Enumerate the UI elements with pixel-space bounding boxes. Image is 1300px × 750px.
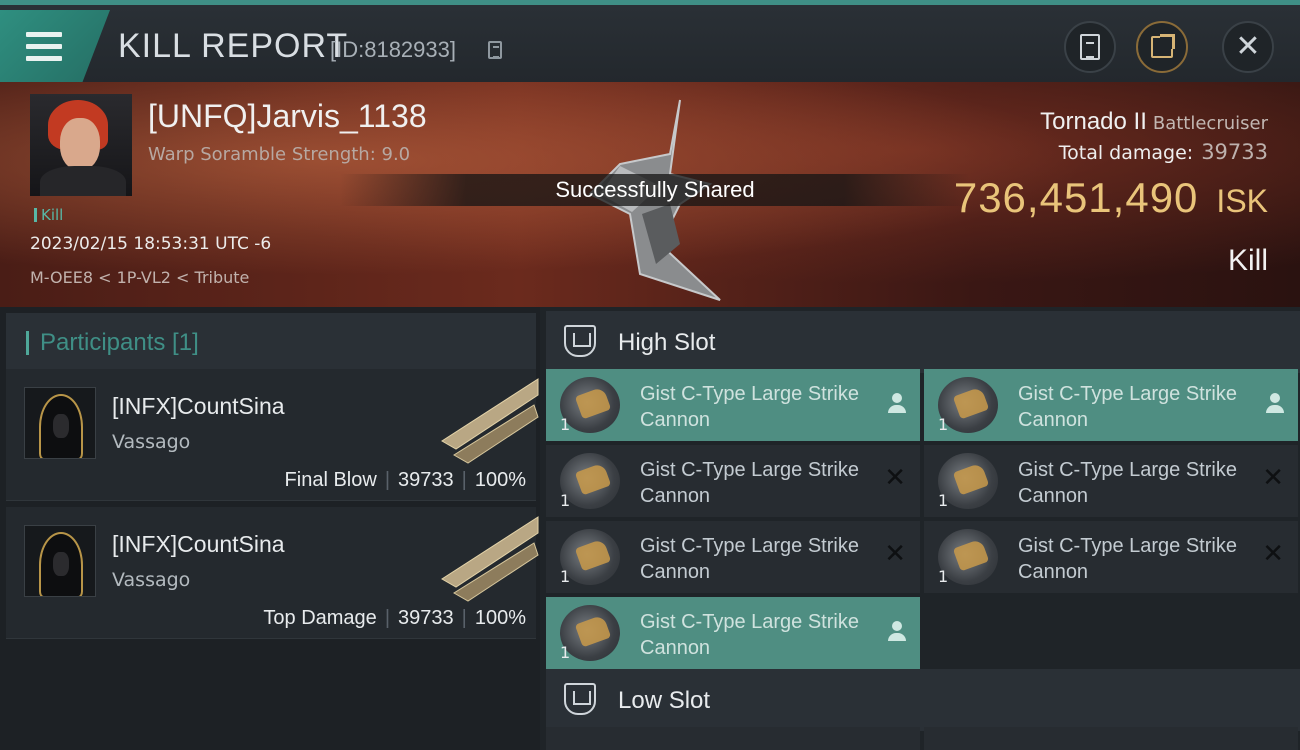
copy-icon[interactable] bbox=[488, 41, 502, 59]
high-slot-header: High Slot bbox=[546, 311, 1300, 373]
person-icon bbox=[888, 393, 906, 413]
x-icon: ✕ bbox=[1262, 463, 1284, 493]
kill-timestamp: 2023/02/15 18:53:31 UTC -6 bbox=[30, 234, 272, 254]
total-damage-label: Total damage: bbox=[1058, 142, 1194, 164]
kill-result: Kill bbox=[1227, 244, 1268, 277]
participants-header: Participants [1] bbox=[6, 313, 536, 371]
ship-name: Tornado II bbox=[1040, 108, 1147, 135]
module-name: Gist C-Type Large Strike Cannon bbox=[1018, 535, 1237, 583]
person-icon bbox=[1266, 393, 1284, 413]
module-quantity: 1 bbox=[560, 643, 571, 662]
module-quantity: 1 bbox=[938, 491, 949, 510]
participant-damage: 39733 bbox=[398, 607, 454, 629]
low-slot-header: Low Slot bbox=[546, 669, 1300, 731]
victim-name[interactable]: [UNFQ]Jarvis_1138 bbox=[148, 98, 427, 135]
participant-stats: Final Blow | 39733 | 100% bbox=[284, 469, 526, 491]
high-slot-icon bbox=[564, 325, 596, 357]
module-quantity: 1 bbox=[560, 567, 571, 586]
participant-row[interactable]: [INFX]CountSina Vassago Top Damage | 39733… bbox=[6, 507, 539, 639]
menu-button[interactable] bbox=[0, 10, 110, 82]
module-item[interactable]: 1 Gist C-Type Large Strike Cannon ✕ bbox=[546, 445, 920, 517]
participant-name[interactable]: [INFX]CountSina bbox=[112, 393, 285, 420]
module-item[interactable]: 1 Gist C-Type Large Strike Cannon ✕ bbox=[546, 521, 920, 593]
module-name: Gist C-Type Large Strike Cannon bbox=[1018, 383, 1237, 431]
participant-ship-image[interactable] bbox=[434, 375, 540, 467]
isk-currency: ISK bbox=[1216, 183, 1268, 219]
module-item[interactable]: 1 Gist C-Type Large Strike Cannon bbox=[546, 369, 920, 441]
low-slot-title: Low Slot bbox=[618, 687, 711, 714]
participants-title: Participants [1] bbox=[40, 329, 199, 356]
high-slot-title: High Slot bbox=[618, 329, 716, 356]
module-name: Gist C-Type Large Strike Cannon bbox=[640, 611, 859, 659]
participant-percent: 100% bbox=[474, 469, 526, 491]
participant-role: Final Blow bbox=[284, 469, 377, 491]
module-item[interactable] bbox=[924, 727, 1298, 750]
victim-ship-name[interactable]: Tornado II Battlecruiser bbox=[1040, 108, 1268, 136]
report-id: [ID:8182933] bbox=[330, 37, 456, 62]
module-quantity: 1 bbox=[938, 567, 949, 586]
module-name: Gist C-Type Large Strike Cannon bbox=[640, 535, 859, 583]
shared-toast: Successfully Shared bbox=[340, 174, 970, 206]
x-icon: ✕ bbox=[884, 539, 906, 569]
participant-percent: 100% bbox=[474, 607, 526, 629]
x-icon: ✕ bbox=[884, 463, 906, 493]
close-icon: ✕ bbox=[1235, 29, 1261, 64]
share-button[interactable] bbox=[1136, 21, 1188, 73]
victim-subtitle: Warp Soramble Strength: 9.0 bbox=[148, 144, 411, 165]
participants-panel: Participants [1] [INFX]CountSina Vassago… bbox=[0, 307, 540, 750]
module-item[interactable]: 1 Gist C-Type Large Strike Cannon ✕ bbox=[924, 445, 1298, 517]
module-quantity: 1 bbox=[938, 415, 949, 434]
module-name: Gist C-Type Large Strike Cannon bbox=[1018, 459, 1237, 507]
module-name: Gist C-Type Large Strike Cannon bbox=[640, 383, 859, 431]
participant-ship-image[interactable] bbox=[434, 513, 540, 605]
page-title: KILL REPORT bbox=[118, 27, 349, 65]
participant-name[interactable]: [INFX]CountSina bbox=[112, 531, 285, 558]
low-slot-icon bbox=[564, 683, 596, 715]
person-icon bbox=[888, 621, 906, 641]
clipboard-icon bbox=[1080, 34, 1100, 60]
kill-location[interactable]: M-OEE8 < 1P-VL2 < Tribute bbox=[30, 268, 249, 287]
isk-value: 736,451,490 ISK bbox=[954, 174, 1268, 222]
clipboard-button[interactable] bbox=[1064, 21, 1116, 73]
module-item[interactable]: 1 Gist C-Type Large Strike Cannon bbox=[546, 597, 920, 669]
victim-avatar[interactable] bbox=[30, 94, 132, 196]
participant-row[interactable]: [INFX]CountSina Vassago Final Blow | 39733… bbox=[6, 369, 539, 501]
participant-ship: Vassago bbox=[112, 431, 191, 453]
participant-avatar[interactable] bbox=[24, 387, 96, 459]
total-damage: Total damage: 39733 bbox=[1059, 140, 1268, 164]
close-button[interactable]: ✕ bbox=[1222, 21, 1274, 73]
participant-stats: Top Damage | 39733 | 100% bbox=[263, 607, 526, 629]
x-icon: ✕ bbox=[1262, 539, 1284, 569]
kill-tag: Kill bbox=[34, 206, 63, 224]
module-name: Gist C-Type Large Strike Cannon bbox=[640, 459, 859, 507]
module-quantity: 1 bbox=[560, 415, 571, 434]
participant-role: Top Damage bbox=[263, 607, 377, 629]
participant-damage: 39733 bbox=[398, 469, 454, 491]
victim-banner: [UNFQ]Jarvis_1138 Warp Soramble Strength… bbox=[0, 82, 1300, 307]
participant-ship: Vassago bbox=[112, 569, 191, 591]
module-item[interactable]: 1 Gist C-Type Large Strike Cannon ✕ bbox=[924, 521, 1298, 593]
share-export-icon bbox=[1151, 34, 1175, 58]
module-item[interactable]: 1 Gist C-Type Large Strike Cannon bbox=[924, 369, 1298, 441]
module-quantity: 1 bbox=[560, 491, 571, 510]
total-damage-value: 39733 bbox=[1201, 140, 1268, 164]
ship-class: Battlecruiser bbox=[1152, 113, 1268, 134]
fittings-panel: High Slot 1 Gist C-Type Large Strike Can… bbox=[540, 307, 1300, 750]
isk-amount: 736,451,490 bbox=[953, 174, 1199, 221]
participant-avatar[interactable] bbox=[24, 525, 96, 597]
module-item[interactable] bbox=[546, 727, 920, 750]
hamburger-menu-icon bbox=[26, 32, 62, 68]
kill-report-header: KILL REPORT [ID:8182933] ✕ bbox=[0, 0, 1300, 82]
